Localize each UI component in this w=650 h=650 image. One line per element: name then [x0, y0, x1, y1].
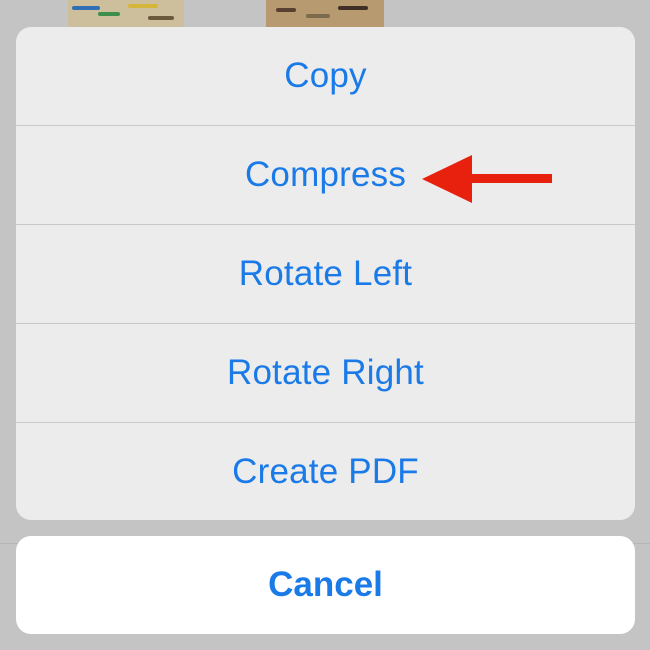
- menu-item-copy[interactable]: Copy: [16, 27, 635, 125]
- arrow-head: [422, 155, 472, 203]
- photo-thumbnail[interactable]: [68, 0, 184, 28]
- arrow-shaft: [468, 174, 552, 183]
- left-arrow-icon: [422, 155, 552, 203]
- menu-item-create-pdf[interactable]: Create PDF: [16, 423, 635, 520]
- cancel-button[interactable]: Cancel: [16, 536, 635, 634]
- menu-item-rotate-left[interactable]: Rotate Left: [16, 225, 635, 323]
- photo-thumbnail[interactable]: [266, 0, 384, 28]
- menu-item-rotate-right[interactable]: Rotate Right: [16, 324, 635, 422]
- action-sheet: Copy Compress Rotate Left Rotate Right C…: [16, 27, 635, 520]
